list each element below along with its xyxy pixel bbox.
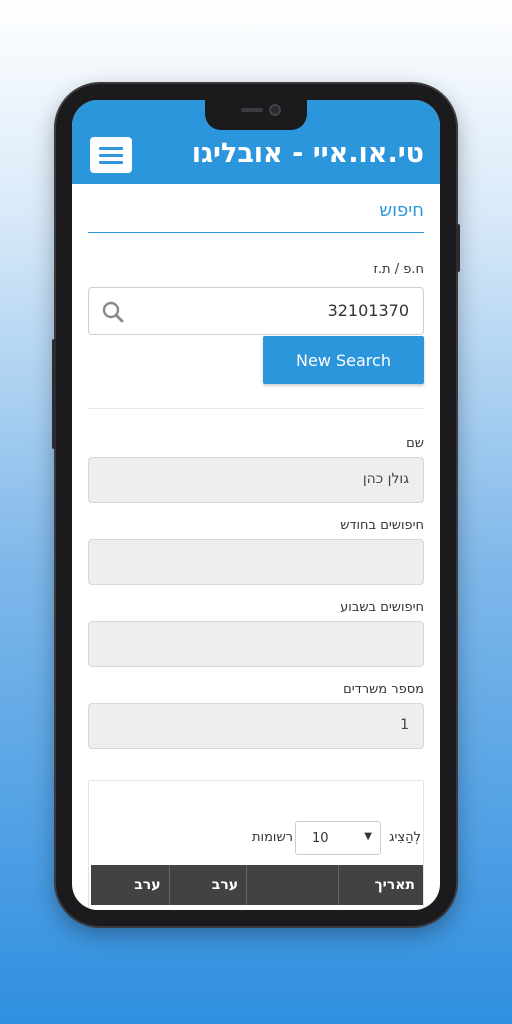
phone-screen: טי.או.איי - אובליגו חיפוש ח.פ / ת.ז 3210…: [72, 100, 440, 910]
show-label: לְהַצִיג: [389, 830, 421, 845]
page-size-select[interactable]: 10 ▼: [295, 821, 381, 855]
column-header[interactable]: ערב: [168, 865, 247, 905]
name-field-label: שם: [406, 436, 424, 451]
records-label: רשומות: [251, 830, 293, 845]
id-search-value: 32101370: [327, 301, 409, 320]
hamburger-menu-icon[interactable]: [90, 137, 132, 173]
power-button: [456, 224, 460, 272]
column-header[interactable]: [246, 865, 337, 905]
caret-down-icon: ▼: [364, 831, 372, 842]
page-title: חיפוש: [379, 200, 424, 221]
weekly-searches-field[interactable]: [88, 621, 424, 667]
column-header-date[interactable]: תאריך: [337, 865, 423, 905]
offices-count-value: 1: [400, 717, 409, 733]
app-title: טי.או.איי - אובליגו: [191, 138, 424, 169]
offices-count-field[interactable]: 1: [88, 703, 424, 749]
search-icon[interactable]: [101, 300, 125, 324]
name-field[interactable]: גולן כהן: [88, 457, 424, 503]
volume-button: [52, 339, 56, 449]
title-underline: [88, 232, 424, 233]
records-table-card: לְהַצִיג 10 ▼ רשומות תאריך ערב ערב: [88, 780, 424, 910]
new-search-button[interactable]: New Search: [263, 336, 424, 384]
section-divider: [88, 408, 424, 409]
weekly-searches-label: חיפושים בשבוע: [340, 600, 424, 615]
phone-frame: טי.או.איי - אובליגו חיפוש ח.פ / ת.ז 3210…: [52, 84, 460, 926]
main-content: חיפוש ח.פ / ת.ז 32101370 New Search שם ג…: [72, 184, 440, 910]
table-header-row: תאריך ערב ערב: [91, 865, 423, 905]
speaker-grille: [241, 108, 263, 112]
page-size-value: 10: [312, 831, 329, 846]
offices-count-label: מספר משרדים: [343, 682, 424, 697]
id-field-label: ח.פ / ת.ז: [373, 262, 424, 277]
monthly-searches-label: חיפושים בחודש: [340, 518, 424, 533]
page-size-row: לְהַצִיג 10 ▼ רשומות: [87, 821, 423, 855]
monthly-searches-field[interactable]: [88, 539, 424, 585]
id-search-input[interactable]: 32101370: [88, 287, 424, 335]
front-camera-icon: [269, 104, 281, 116]
column-header[interactable]: ערב: [91, 865, 169, 905]
name-value: גולן כהן: [362, 471, 409, 487]
camera-notch: [205, 100, 307, 130]
